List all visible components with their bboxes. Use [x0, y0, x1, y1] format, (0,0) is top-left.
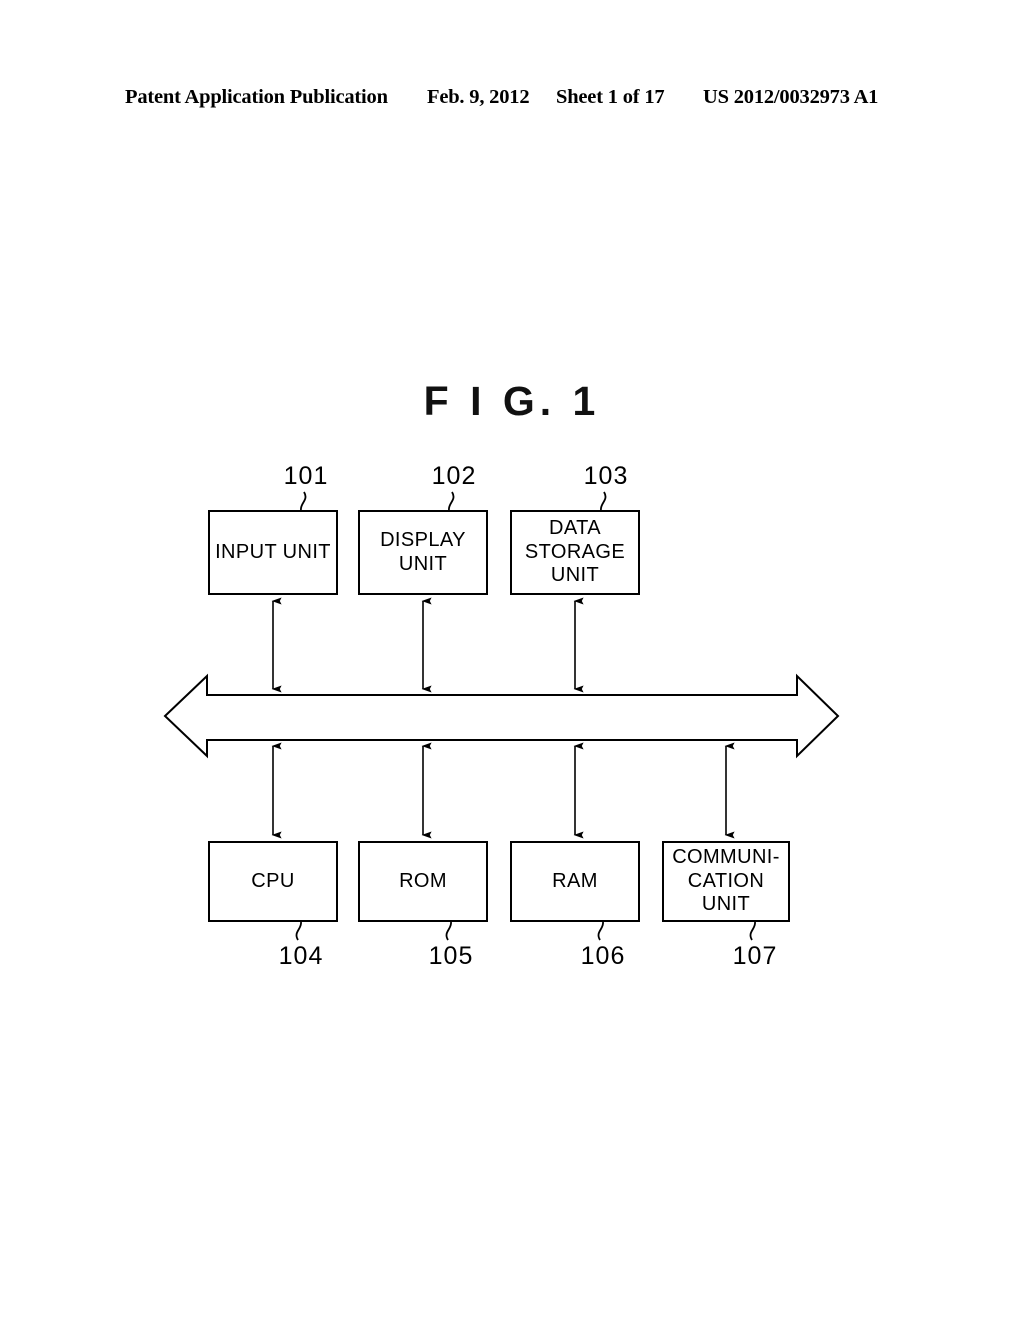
system-bus-arrow	[163, 673, 840, 759]
block-rom-label: ROM	[399, 869, 447, 892]
block-ram[interactable]: RAM	[510, 841, 640, 922]
leader-line-106	[597, 921, 604, 941]
ref-numeral-101: 101	[283, 462, 329, 490]
ref-numeral-106: 106	[580, 942, 626, 970]
leader-line-104	[295, 921, 302, 941]
ref-numeral-107: 107	[732, 942, 778, 970]
leader-line-102	[448, 491, 455, 511]
leader-line-105	[445, 921, 452, 941]
block-communication-unit[interactable]: COMMUNI- CATION UNIT	[662, 841, 790, 922]
block-rom[interactable]: ROM	[358, 841, 488, 922]
leader-line-107	[749, 921, 756, 941]
ref-numeral-102: 102	[431, 462, 477, 490]
block-input-unit-label: INPUT UNIT	[215, 540, 331, 563]
leader-line-103	[600, 491, 607, 511]
block-communication-unit-label: COMMUNI- CATION UNIT	[672, 846, 780, 916]
block-diagram: 101 102 103 INPUT UNIT DISPLAY UNIT DATA…	[0, 0, 1024, 1320]
block-data-storage-unit-label: DATA STORAGE UNIT	[524, 517, 626, 587]
block-display-unit[interactable]: DISPLAY UNIT	[358, 510, 488, 595]
ref-numeral-103: 103	[583, 462, 629, 490]
ref-numeral-104: 104	[278, 942, 324, 970]
block-display-unit-label: DISPLAY UNIT	[380, 528, 466, 575]
leader-line-101	[300, 491, 307, 511]
block-cpu[interactable]: CPU	[208, 841, 338, 922]
block-input-unit[interactable]: INPUT UNIT	[208, 510, 338, 595]
block-data-storage-unit[interactable]: DATA STORAGE UNIT	[510, 510, 640, 595]
diagram-vector-layer	[163, 491, 840, 941]
block-ram-label: RAM	[552, 869, 598, 892]
ref-numeral-105: 105	[428, 942, 474, 970]
block-cpu-label: CPU	[251, 869, 295, 892]
